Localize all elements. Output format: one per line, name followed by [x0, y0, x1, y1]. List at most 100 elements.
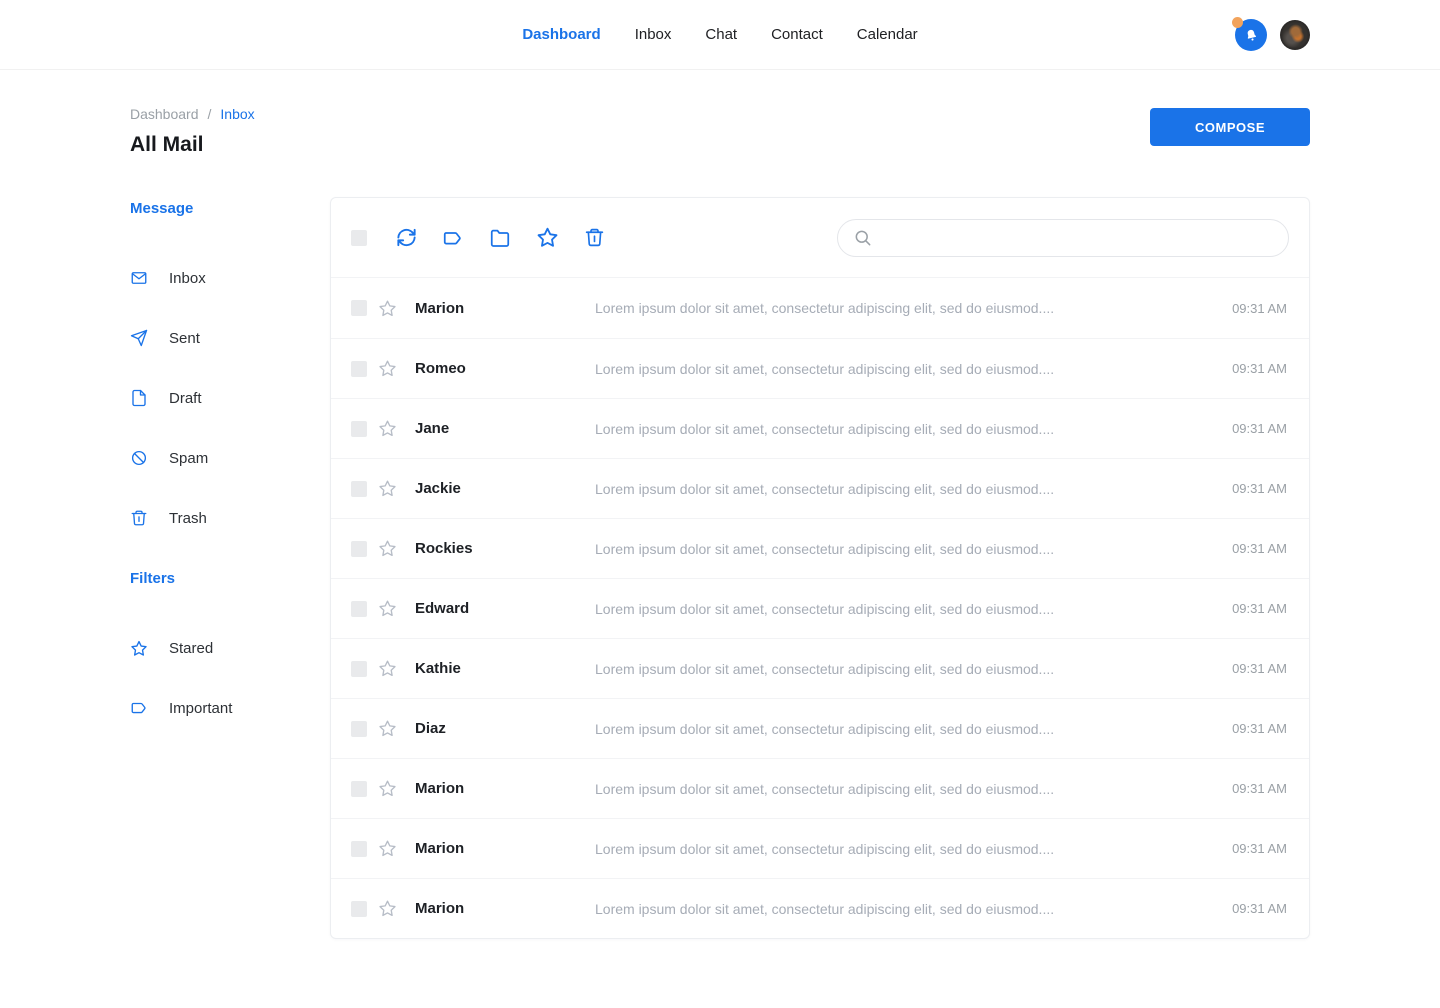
sidebar-item-important[interactable]: Important — [130, 678, 330, 738]
nav-chat[interactable]: Chat — [705, 26, 737, 43]
star-icon[interactable] — [377, 359, 397, 379]
timestamp: 09:31 AM — [1232, 901, 1287, 916]
timestamp: 09:31 AM — [1232, 481, 1287, 496]
sender-name: Jackie — [415, 480, 595, 497]
star-icon[interactable] — [377, 419, 397, 439]
message-preview: Lorem ipsum dolor sit amet, consectetur … — [595, 361, 1216, 377]
nav-contact[interactable]: Contact — [771, 26, 823, 43]
timestamp: 09:31 AM — [1232, 541, 1287, 556]
star-icon[interactable] — [377, 539, 397, 559]
mail-list-panel: Marion Lorem ipsum dolor sit amet, conse… — [330, 197, 1310, 939]
sender-name: Marion — [415, 300, 595, 317]
content: Message Inbox Sent — [130, 197, 1310, 939]
sender-name: Marion — [415, 840, 595, 857]
star-icon[interactable] — [377, 479, 397, 499]
star-icon[interactable] — [377, 599, 397, 619]
timestamp: 09:31 AM — [1232, 661, 1287, 676]
folder-icon[interactable] — [488, 226, 512, 250]
row-checkbox[interactable] — [351, 901, 367, 917]
row-checkbox[interactable] — [351, 481, 367, 497]
toolbar-actions — [394, 226, 606, 250]
label-icon — [130, 699, 148, 717]
sidebar-item-sent[interactable]: Sent — [130, 308, 330, 368]
sidebar-item-label: Stared — [169, 640, 213, 657]
star-icon[interactable] — [377, 719, 397, 739]
sidebar-item-stared[interactable]: Stared — [130, 618, 330, 678]
message-preview: Lorem ipsum dolor sit amet, consectetur … — [595, 481, 1216, 497]
trash-icon — [130, 509, 148, 527]
message-preview: Lorem ipsum dolor sit amet, consectetur … — [595, 721, 1216, 737]
page-header: Dashboard / Inbox All Mail COMPOSE — [130, 106, 1310, 157]
search-box — [837, 219, 1289, 257]
sender-name: Diaz — [415, 720, 595, 737]
sidebar-item-label: Trash — [169, 510, 207, 527]
refresh-icon[interactable] — [394, 226, 418, 250]
row-checkbox[interactable] — [351, 601, 367, 617]
breadcrumb-inbox[interactable]: Inbox — [220, 106, 254, 122]
message-preview: Lorem ipsum dolor sit amet, consectetur … — [595, 901, 1216, 917]
star-icon[interactable] — [377, 659, 397, 679]
select-all-checkbox[interactable] — [351, 230, 367, 246]
mail-row[interactable]: Edward Lorem ipsum dolor sit amet, conse… — [331, 578, 1309, 638]
sender-name: Romeo — [415, 360, 595, 377]
message-preview: Lorem ipsum dolor sit amet, consectetur … — [595, 841, 1216, 857]
compose-button[interactable]: COMPOSE — [1150, 108, 1310, 146]
nav-dashboard[interactable]: Dashboard — [522, 26, 600, 43]
nav-inbox[interactable]: Inbox — [635, 26, 672, 43]
page-title: All Mail — [130, 133, 255, 157]
topbar-right — [1235, 0, 1310, 70]
timestamp: 09:31 AM — [1232, 421, 1287, 436]
mail-row[interactable]: Rockies Lorem ipsum dolor sit amet, cons… — [331, 518, 1309, 578]
mail-row[interactable]: Romeo Lorem ipsum dolor sit amet, consec… — [331, 338, 1309, 398]
top-navigation-bar: Dashboard Inbox Chat Contact Calendar — [0, 0, 1440, 70]
mail-row[interactable]: Marion Lorem ipsum dolor sit amet, conse… — [331, 758, 1309, 818]
row-checkbox[interactable] — [351, 661, 367, 677]
sidebar-section-message: Message Inbox Sent — [130, 197, 330, 548]
row-checkbox[interactable] — [351, 781, 367, 797]
timestamp: 09:31 AM — [1232, 841, 1287, 856]
timestamp: 09:31 AM — [1232, 721, 1287, 736]
user-avatar[interactable] — [1280, 20, 1310, 50]
message-preview: Lorem ipsum dolor sit amet, consectetur … — [595, 661, 1216, 677]
mail-toolbar — [331, 198, 1309, 278]
star-icon[interactable] — [377, 839, 397, 859]
notifications-button[interactable] — [1235, 19, 1267, 51]
star-icon[interactable] — [377, 899, 397, 919]
sidebar-item-spam[interactable]: Spam — [130, 428, 330, 488]
row-checkbox[interactable] — [351, 300, 367, 316]
breadcrumb-dashboard[interactable]: Dashboard — [130, 106, 199, 122]
mail-row[interactable]: Kathie Lorem ipsum dolor sit amet, conse… — [331, 638, 1309, 698]
row-checkbox[interactable] — [351, 421, 367, 437]
star-icon[interactable] — [377, 779, 397, 799]
star-icon[interactable] — [535, 226, 559, 250]
row-checkbox[interactable] — [351, 361, 367, 377]
mail-row[interactable]: Marion Lorem ipsum dolor sit amet, conse… — [331, 878, 1309, 938]
nav-calendar[interactable]: Calendar — [857, 26, 918, 43]
sidebar-heading-filters: Filters — [130, 567, 330, 597]
main-nav: Dashboard Inbox Chat Contact Calendar — [522, 26, 917, 43]
paper-plane-icon — [130, 329, 148, 347]
row-checkbox[interactable] — [351, 541, 367, 557]
sender-name: Marion — [415, 780, 595, 797]
search-input[interactable] — [873, 220, 1288, 256]
timestamp: 09:31 AM — [1232, 361, 1287, 376]
envelope-icon — [130, 269, 148, 287]
sidebar-item-draft[interactable]: Draft — [130, 368, 330, 428]
trash-icon[interactable] — [582, 226, 606, 250]
sidebar-item-inbox[interactable]: Inbox — [130, 248, 330, 308]
breadcrumb-separator: / — [208, 106, 212, 122]
mail-row[interactable]: Marion Lorem ipsum dolor sit amet, conse… — [331, 278, 1309, 338]
row-checkbox[interactable] — [351, 721, 367, 737]
message-preview: Lorem ipsum dolor sit amet, consectetur … — [595, 781, 1216, 797]
timestamp: 09:31 AM — [1232, 781, 1287, 796]
sidebar-item-trash[interactable]: Trash — [130, 488, 330, 548]
sender-name: Marion — [415, 900, 595, 917]
sidebar-section-filters: Filters Stared Important — [130, 567, 330, 738]
mail-row[interactable]: Jackie Lorem ipsum dolor sit amet, conse… — [331, 458, 1309, 518]
mail-row[interactable]: Marion Lorem ipsum dolor sit amet, conse… — [331, 818, 1309, 878]
mail-row[interactable]: Jane Lorem ipsum dolor sit amet, consect… — [331, 398, 1309, 458]
mail-row[interactable]: Diaz Lorem ipsum dolor sit amet, consect… — [331, 698, 1309, 758]
label-icon[interactable] — [441, 226, 465, 250]
star-icon[interactable] — [377, 298, 397, 318]
row-checkbox[interactable] — [351, 841, 367, 857]
